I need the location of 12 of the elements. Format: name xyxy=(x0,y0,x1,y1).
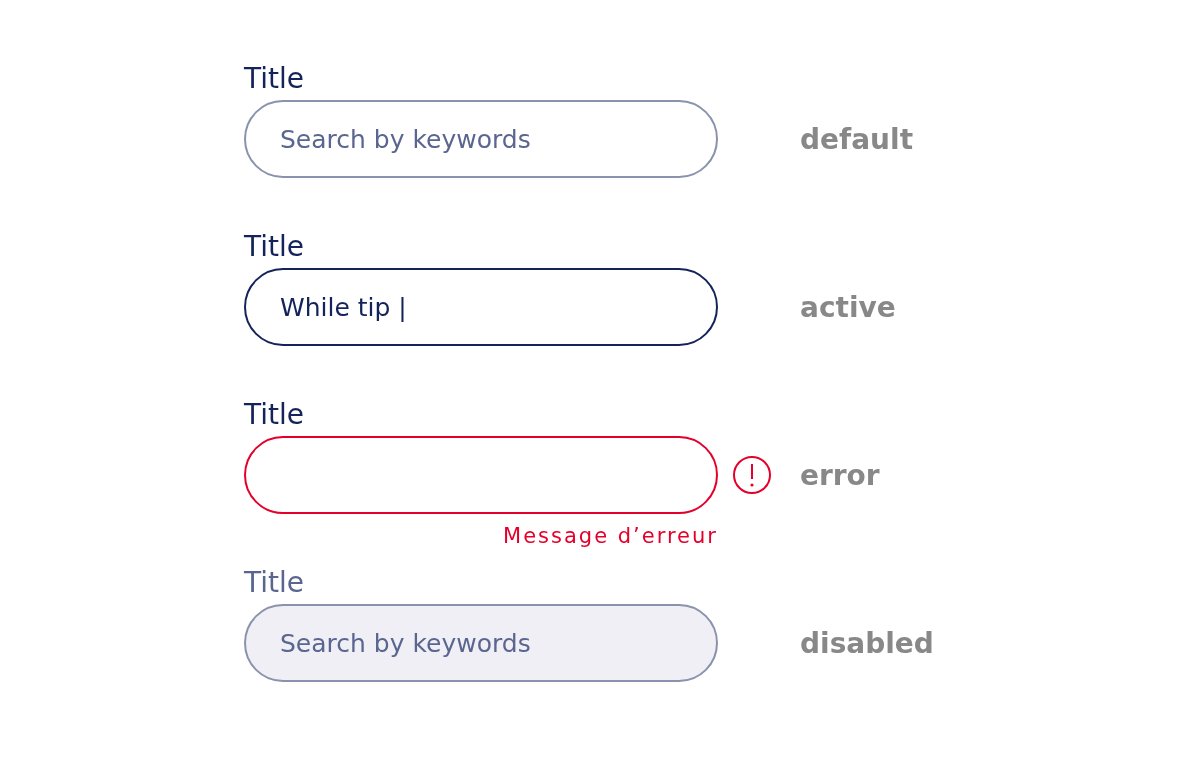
state-label: disabled xyxy=(800,626,934,660)
input-field[interactable]: Search by keywords xyxy=(244,100,718,178)
state-label: active xyxy=(800,290,896,324)
field-title: Title xyxy=(244,566,305,600)
state-label: default xyxy=(800,122,914,156)
error-message: Message d’erreur xyxy=(502,524,718,548)
state-label: error xyxy=(800,458,880,492)
field-title: Title xyxy=(244,398,305,432)
error-icon xyxy=(732,455,772,495)
field-title: Title xyxy=(244,62,305,96)
input-field[interactable]: While tip | xyxy=(244,268,718,346)
field-title: Title xyxy=(244,230,305,264)
